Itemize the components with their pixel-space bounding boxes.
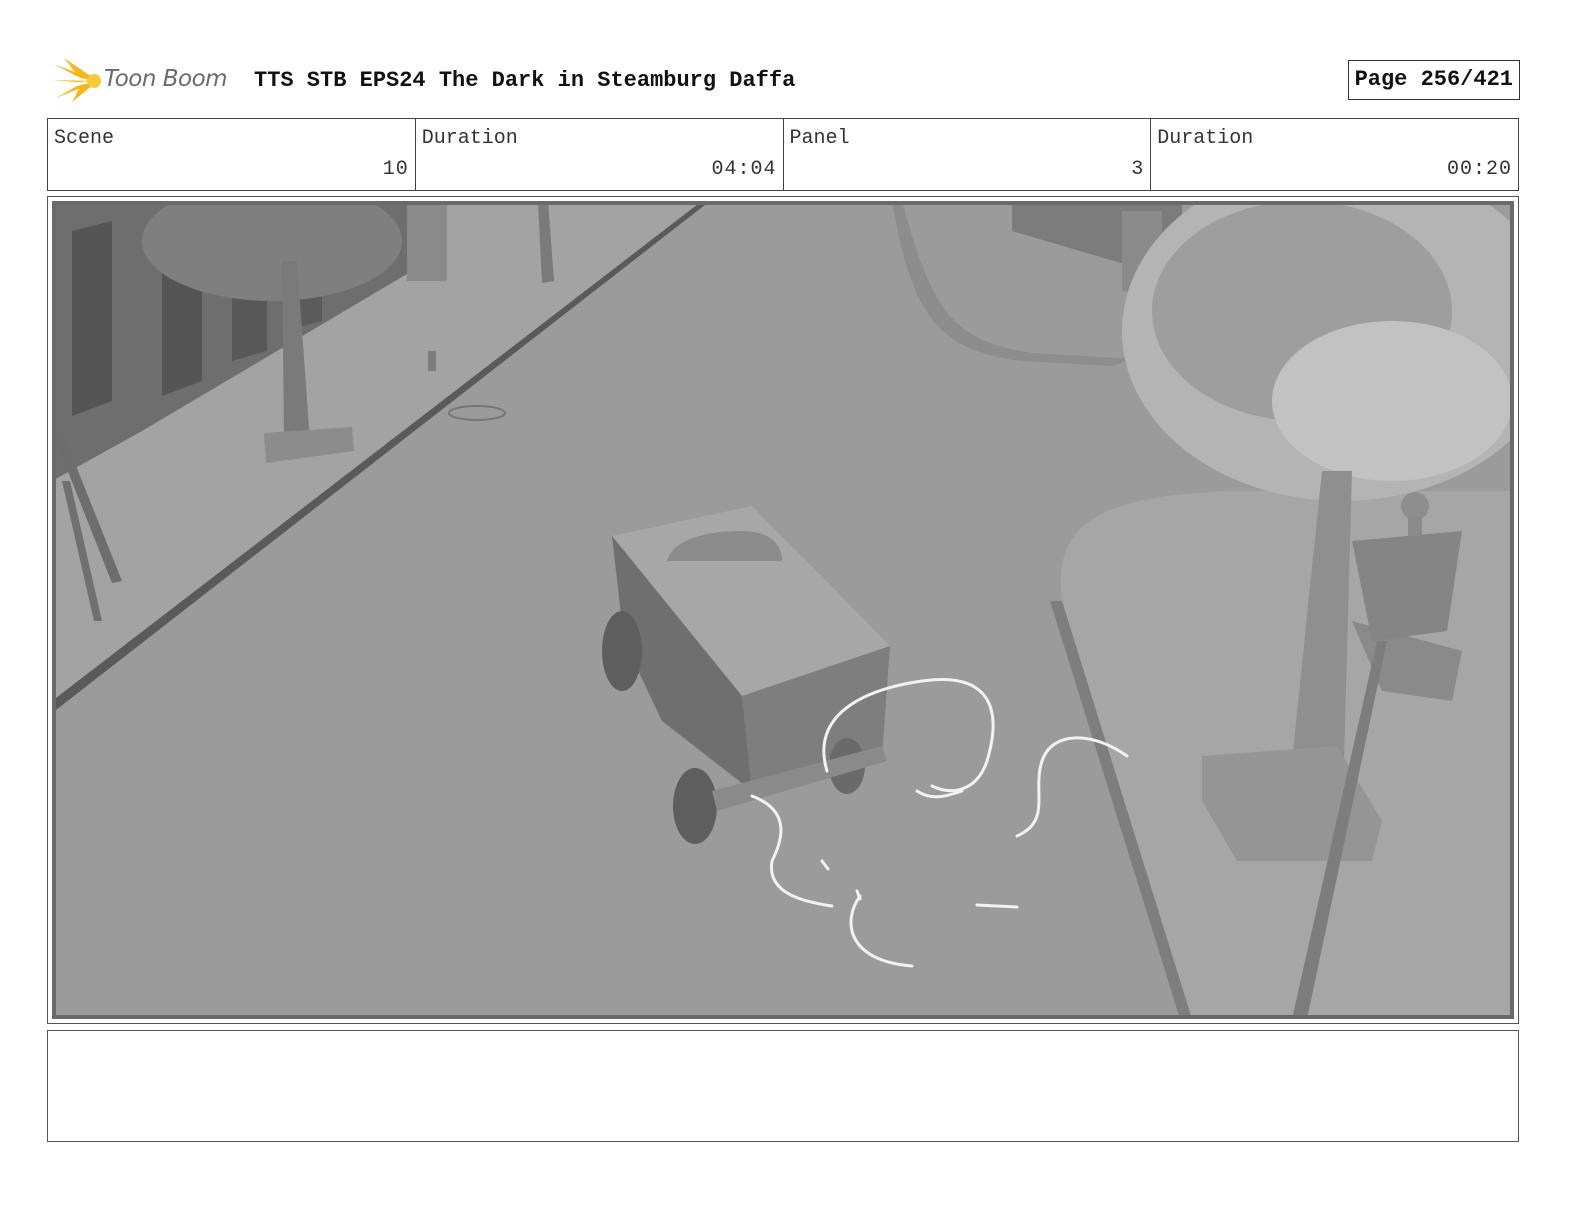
scene-cell: Scene 10 — [48, 119, 416, 190]
panel-duration-cell: Duration 00:20 — [1151, 119, 1518, 190]
logo-text: Toon Boom — [104, 66, 228, 92]
scene-duration-label: Duration — [421, 127, 518, 150]
panel-label: Panel — [789, 127, 850, 150]
document-title: TTS STB EPS24 The Dark in Steamburg Daff… — [254, 68, 796, 93]
scene-duration-value: 04:04 — [711, 158, 777, 181]
starburst-icon — [52, 58, 101, 102]
page-number: Page 256/421 — [1347, 60, 1520, 100]
scene-duration-cell: Duration 04:04 — [416, 119, 784, 190]
panel-cell: Panel 3 — [784, 119, 1152, 190]
storyboard-panel-frame — [47, 196, 1519, 1024]
scene-label: Scene — [54, 127, 115, 150]
storyboard-panel-image — [52, 201, 1514, 1019]
phone-booth-left — [407, 201, 447, 281]
street-scene-illustration — [52, 201, 1514, 1019]
fire-hydrant-left — [428, 351, 436, 371]
panel-duration-value: 00:20 — [1446, 158, 1512, 181]
panel-duration-label: Duration — [1157, 127, 1254, 150]
panel-notes-box — [47, 1030, 1519, 1142]
scene-value: 10 — [382, 158, 409, 181]
page-header: Toon Boom TTS STB EPS24 The Dark in Stea… — [48, 56, 1520, 106]
toon-boom-logo: Toon Boom — [50, 56, 240, 106]
panel-value: 3 — [1131, 158, 1145, 181]
scene-info-table: Scene 10 Duration 04:04 Panel 3 Duration… — [47, 118, 1519, 191]
